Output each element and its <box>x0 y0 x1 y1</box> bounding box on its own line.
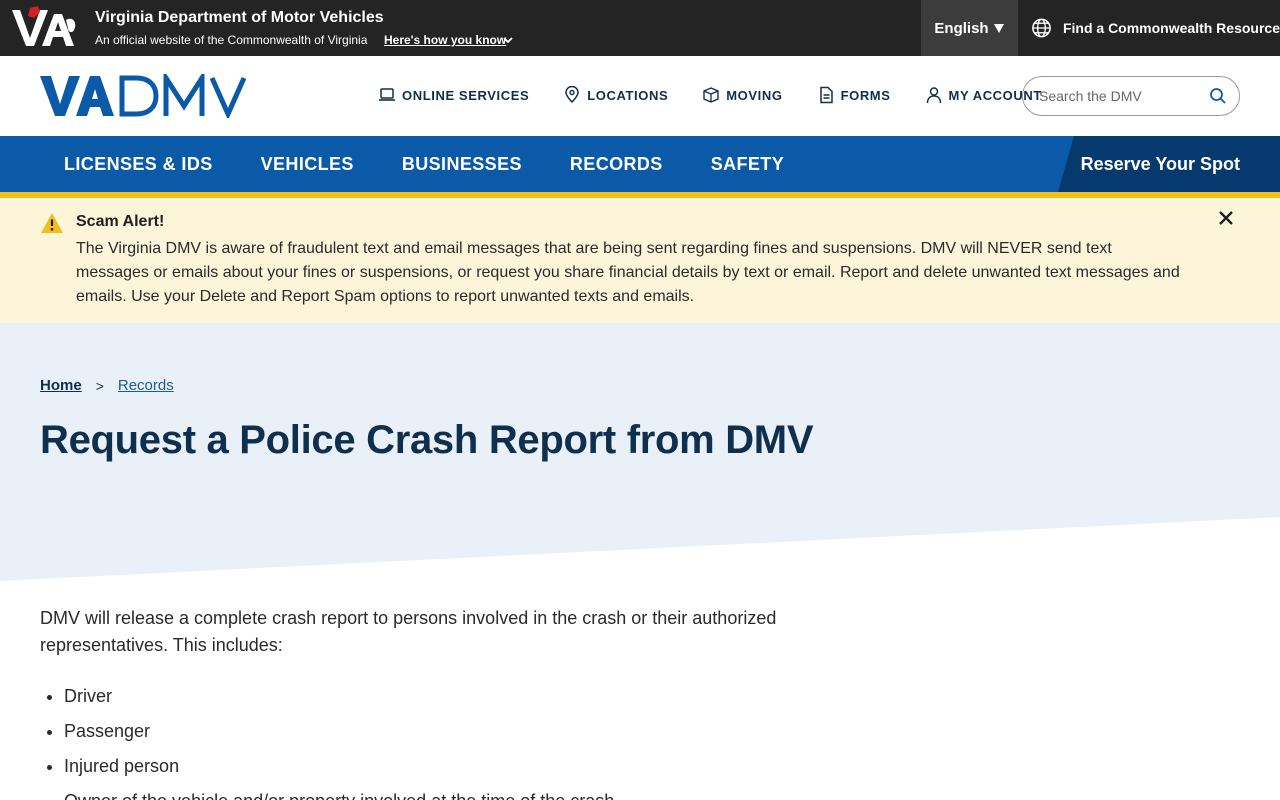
vadmv-logo[interactable] <box>40 74 266 118</box>
nav-records[interactable]: RECORDS <box>546 154 687 175</box>
util-online-services[interactable]: ONLINE SERVICES <box>378 86 529 104</box>
list-item: Owner of the vehicle and/or property inv… <box>64 788 614 800</box>
commonwealth-resource-button[interactable]: Find a Commonwealth Resource <box>1018 0 1280 56</box>
virginia-logo[interactable] <box>8 4 82 48</box>
main-nav-items: LICENSES & IDS VEHICLES BUSINESSES RECOR… <box>40 136 808 192</box>
search-icon[interactable] <box>1209 87 1227 105</box>
util-forms[interactable]: FORMS <box>817 86 891 104</box>
list-item: Passenger <box>64 718 614 753</box>
caret-down-icon <box>993 24 1004 33</box>
language-selector[interactable]: English <box>921 0 1018 56</box>
nav-licenses-ids[interactable]: LICENSES & IDS <box>40 154 237 175</box>
nav-vehicles[interactable]: VEHICLES <box>237 154 378 175</box>
gov-title: Virginia Department of Motor Vehicles <box>95 9 384 26</box>
gov-subtitle: An official website of the Commonwealth … <box>95 33 368 47</box>
close-icon[interactable] <box>1216 208 1236 228</box>
language-label: English <box>934 19 989 37</box>
map-pin-icon <box>565 86 579 104</box>
list-item: Driver <box>64 683 614 718</box>
how-you-know-link[interactable]: Here's how you know <box>384 33 506 47</box>
util-label: LOCATIONS <box>587 87 669 103</box>
search-input[interactable] <box>1039 88 1209 104</box>
commonwealth-resource-label: Find a Commonwealth Resource <box>1062 20 1280 36</box>
list-item: Injured person <box>64 753 614 788</box>
user-icon <box>926 87 941 104</box>
util-moving[interactable]: MOVING <box>702 86 782 104</box>
reserve-your-spot-button[interactable]: Reserve Your Spot <box>1058 136 1280 192</box>
breadcrumb-home[interactable]: Home <box>40 377 82 394</box>
warning-icon <box>41 213 63 233</box>
util-label: ONLINE SERVICES <box>402 87 530 103</box>
nav-safety[interactable]: SAFETY <box>687 154 808 175</box>
moving-box-icon <box>703 87 719 103</box>
breadcrumb-separator: > <box>95 377 104 394</box>
breadcrumb-records[interactable]: Records <box>118 377 174 394</box>
util-label: FORMS <box>840 87 891 103</box>
alert-body: The Virginia DMV is aware of fraudulent … <box>76 240 1180 305</box>
utility-nav: ONLINE SERVICES LOCATIONS MOVING FORMS M… <box>378 86 1042 104</box>
eligible-persons-list: Driver Passenger Injured person Owner of… <box>64 683 614 800</box>
document-icon <box>819 86 833 104</box>
util-label: MOVING <box>726 87 783 103</box>
alert-title: Scam Alert! <box>76 213 165 230</box>
breadcrumb: Home > Records <box>40 377 174 394</box>
search-box <box>1022 76 1240 116</box>
page-title: Request a Police Crash Report from DMV <box>40 418 814 462</box>
intro-paragraph: DMV will release a complete crash report… <box>40 608 777 655</box>
util-locations[interactable]: LOCATIONS <box>563 86 668 104</box>
gov-banner: Virginia Department of Motor Vehicles An… <box>0 0 1280 56</box>
laptop-icon <box>379 88 395 101</box>
nav-businesses[interactable]: BUSINESSES <box>378 154 546 175</box>
chevron-down-icon[interactable] <box>502 34 514 46</box>
site-header: ONLINE SERVICES LOCATIONS MOVING FORMS M… <box>0 56 1280 136</box>
globe-icon <box>1032 18 1051 38</box>
